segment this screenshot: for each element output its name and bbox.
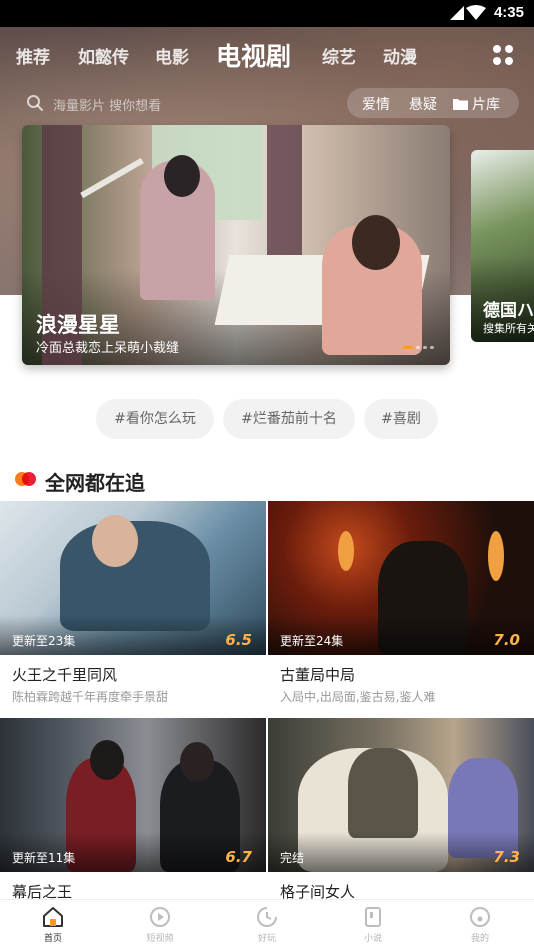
nav-label: 好玩 xyxy=(257,934,276,944)
score-badge: 7.3 xyxy=(493,848,520,866)
banner-art xyxy=(80,157,144,199)
show-poster: 更新至11集 6.7 xyxy=(0,718,266,872)
tab-tv-series[interactable]: 电视剧 xyxy=(216,37,291,73)
section-title: 全网都在追 xyxy=(45,471,145,495)
nav-label: 小说 xyxy=(363,934,382,944)
show-description: 陈柏霖跨越千年再度牵手景甜 xyxy=(12,690,169,704)
nav-label: 短视频 xyxy=(146,934,174,944)
quick-genre-pill: 爱情 悬疑 片库 xyxy=(347,88,519,118)
episode-badge: 完结 xyxy=(280,851,305,865)
section-logo-icon xyxy=(15,472,37,486)
nav-short-video[interactable]: 短视频 xyxy=(120,904,200,944)
banner-next-subtitle: 搜集所有关 xyxy=(483,322,534,335)
tab-movies[interactable]: 电影 xyxy=(155,43,189,68)
section-header: 全网都在追 xyxy=(0,462,534,495)
quick-link-library-label: 片库 xyxy=(472,97,500,113)
show-card[interactable]: 更新至23集 6.5 火王之千里同风 陈柏霖跨越千年再度牵手景甜 xyxy=(0,501,266,705)
nav-label: 我的 xyxy=(470,934,489,944)
play-icon xyxy=(150,907,170,927)
banner-next-slide[interactable]: 德国ハ 搜集所有关 xyxy=(471,150,534,342)
home-icon xyxy=(43,907,63,927)
hashtag-chips: #看你怎么玩 #烂番茄前十名 #喜剧 xyxy=(0,399,534,439)
quick-link-suspense[interactable]: 悬疑 xyxy=(409,94,437,114)
show-card[interactable]: 更新至24集 7.0 古董局中局 入局中,出局面,鉴古易,鉴人难 xyxy=(268,501,534,705)
quick-link-library[interactable]: 片库 xyxy=(453,94,500,114)
signal-icon xyxy=(450,6,464,20)
grid-menu-icon[interactable] xyxy=(493,45,513,65)
wifi-icon xyxy=(466,5,486,20)
game-icon xyxy=(257,907,277,927)
banner-art xyxy=(267,125,302,275)
status-bar: 4:35 xyxy=(0,0,534,27)
score-badge: 7.0 xyxy=(493,631,520,649)
nav-profile[interactable]: 我的 xyxy=(440,904,520,944)
search-row: 海量影片 搜你想看 爱情 悬疑 片库 xyxy=(0,86,534,120)
bottom-navigation: 首页 短视频 好玩 小说 我的 xyxy=(0,899,534,949)
show-description: 入局中,出局面,鉴古易,鉴人难 xyxy=(280,690,436,704)
quick-link-romance[interactable]: 爱情 xyxy=(362,94,390,114)
folder-icon xyxy=(453,99,468,110)
banner-title: 浪漫星星 xyxy=(36,313,120,337)
banner-slide[interactable]: 浪漫星星 冷面总裁恋上呆萌小裁缝 xyxy=(22,125,450,365)
nav-label: 首页 xyxy=(43,934,62,944)
status-time: 4:35 xyxy=(493,4,524,21)
hashtag-chip[interactable]: #喜剧 xyxy=(364,399,438,439)
tab-variety[interactable]: 综艺 xyxy=(322,43,356,68)
show-poster: 更新至24集 7.0 xyxy=(268,501,534,655)
profile-icon xyxy=(470,907,490,927)
tab-recommend[interactable]: 推荐 xyxy=(16,43,50,68)
episode-badge: 更新至23集 xyxy=(12,634,76,648)
nav-home[interactable]: 首页 xyxy=(13,904,93,944)
episode-badge: 更新至11集 xyxy=(12,851,76,865)
nav-fun[interactable]: 好玩 xyxy=(227,904,307,944)
show-title: 古董局中局 xyxy=(280,666,356,684)
nav-novel[interactable]: 小说 xyxy=(333,904,413,944)
search-icon[interactable] xyxy=(26,94,44,112)
banner-art xyxy=(352,215,400,270)
episode-badge: 更新至24集 xyxy=(280,634,344,648)
show-poster: 完结 7.3 xyxy=(268,718,534,872)
show-poster: 更新至23集 6.5 xyxy=(0,501,266,655)
search-input[interactable]: 海量影片 搜你想看 xyxy=(53,95,161,114)
score-badge: 6.7 xyxy=(225,848,252,866)
hashtag-chip[interactable]: #看你怎么玩 xyxy=(96,399,214,439)
banner-next-title: 德国ハ xyxy=(483,301,534,321)
category-tabs: 推荐 如懿传 电影 电视剧 综艺 动漫 xyxy=(0,27,534,81)
tab-ruyi[interactable]: 如懿传 xyxy=(78,43,129,68)
book-icon xyxy=(365,907,381,927)
show-title: 火王之千里同风 xyxy=(12,666,118,684)
banner-art xyxy=(164,155,200,197)
show-card[interactable]: 完结 7.3 格子间女人 xyxy=(268,718,534,902)
score-badge: 6.5 xyxy=(225,631,252,649)
show-card[interactable]: 更新至11集 6.7 幕后之王 xyxy=(0,718,266,902)
carousel-indicator xyxy=(403,346,434,349)
hashtag-chip[interactable]: #烂番茄前十名 xyxy=(223,399,355,439)
tab-anime[interactable]: 动漫 xyxy=(383,43,417,68)
banner-subtitle: 冷面总裁恋上呆萌小裁缝 xyxy=(36,341,180,356)
